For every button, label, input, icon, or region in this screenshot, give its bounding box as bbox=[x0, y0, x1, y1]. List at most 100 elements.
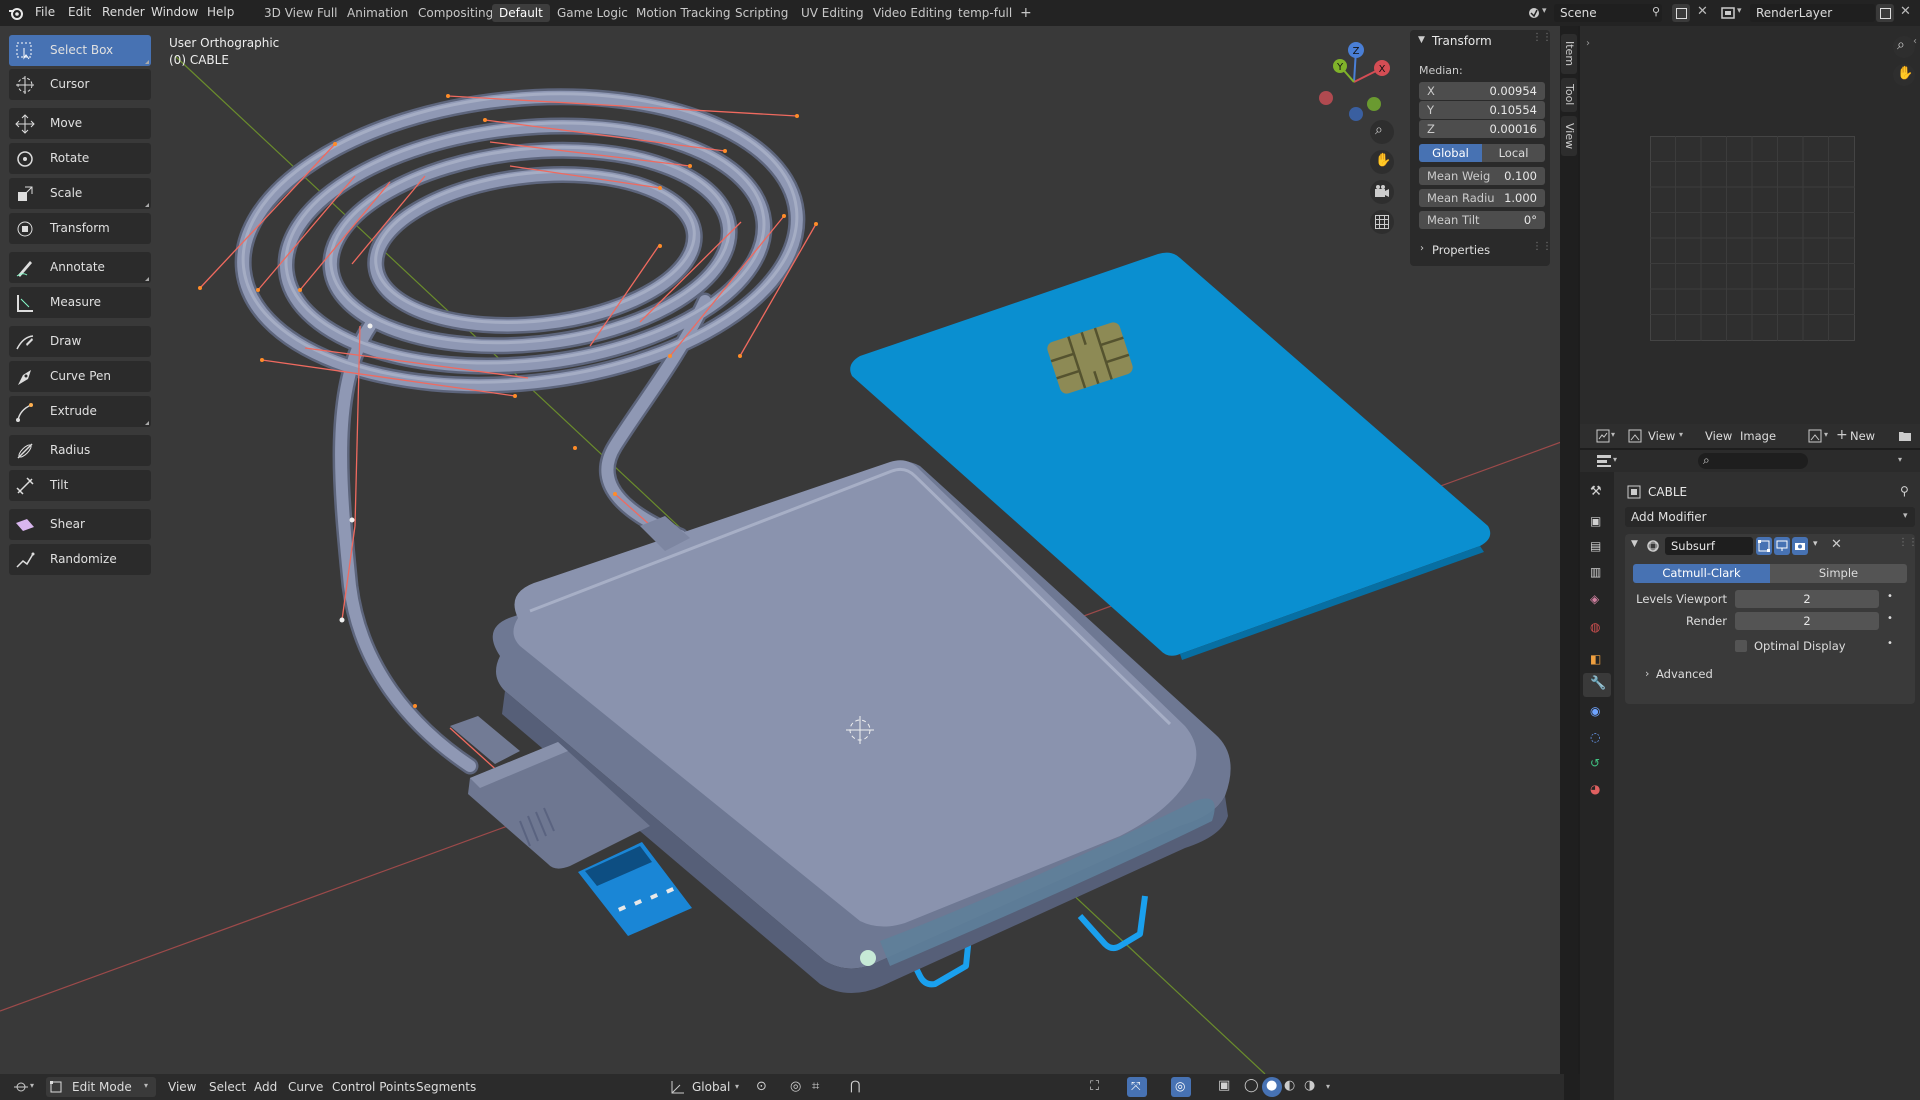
global-toggle[interactable]: Global bbox=[1419, 144, 1482, 162]
chevron-down-icon[interactable]: ▾ bbox=[1326, 1082, 1330, 1091]
image-browse-icon[interactable] bbox=[1808, 429, 1822, 443]
render-layer-field[interactable]: RenderLayer bbox=[1750, 4, 1875, 22]
tool-transform[interactable]: Transform bbox=[9, 213, 151, 244]
falloff-icon[interactable]: ⋂ bbox=[850, 1079, 861, 1094]
add-workspace-button[interactable]: + bbox=[1013, 4, 1039, 22]
curve-data-icon[interactable]: ↺ bbox=[1590, 756, 1600, 770]
menu-segments[interactable]: Segments bbox=[416, 1080, 476, 1094]
scene-props-icon[interactable]: ◈ bbox=[1590, 592, 1599, 606]
tab-temp-full[interactable]: temp-full bbox=[951, 4, 1019, 22]
menu-view[interactable]: View bbox=[168, 1080, 196, 1094]
add-modifier-dropdown[interactable]: Add Modifier ▾ bbox=[1625, 507, 1915, 527]
render-toggle[interactable] bbox=[1792, 537, 1808, 555]
view-mode-dropdown[interactable]: View bbox=[1648, 429, 1675, 443]
pin-icon[interactable]: ⚲ bbox=[1900, 484, 1909, 498]
chevron-down-icon[interactable]: ▾ bbox=[1613, 455, 1617, 464]
tool-randomize[interactable]: Randomize bbox=[9, 544, 151, 575]
tab-scripting[interactable]: Scripting bbox=[728, 4, 795, 22]
navigation-gizmo[interactable]: Z X Y bbox=[1310, 38, 1390, 126]
properties-search-input[interactable]: ⌕ bbox=[1698, 453, 1808, 469]
pan-button[interactable]: ✋ bbox=[1370, 150, 1394, 174]
pan-button[interactable]: ✋ bbox=[1893, 64, 1915, 86]
advanced-subpanel[interactable]: Advanced bbox=[1656, 667, 1713, 681]
menu-file[interactable]: File bbox=[35, 5, 55, 19]
menu-select[interactable]: Select bbox=[209, 1080, 246, 1094]
blender-logo-icon[interactable] bbox=[8, 5, 24, 21]
editor-type-icon[interactable] bbox=[14, 1080, 30, 1094]
camera-view-button[interactable] bbox=[1370, 180, 1394, 204]
editmode-toggle[interactable] bbox=[1756, 537, 1772, 555]
tab-default[interactable]: Default bbox=[492, 4, 550, 22]
modifier-tab[interactable]: 🔧 bbox=[1583, 673, 1611, 697]
menu-render[interactable]: Render bbox=[102, 5, 145, 19]
proportional-edit-icon[interactable]: ◎ bbox=[790, 1079, 801, 1094]
tab-tool[interactable]: Tool bbox=[1561, 78, 1577, 112]
tool-tilt[interactable]: Tilt bbox=[9, 470, 151, 501]
editor-type-icon[interactable] bbox=[1596, 454, 1612, 468]
local-toggle[interactable]: Local bbox=[1482, 144, 1545, 162]
new-layer-button[interactable] bbox=[1876, 4, 1894, 22]
tab-item[interactable]: Item bbox=[1561, 34, 1577, 74]
view-mode-icon[interactable] bbox=[1628, 429, 1642, 443]
xray-icon[interactable]: ▣ bbox=[1218, 1078, 1230, 1093]
render-levels-field[interactable]: 2 bbox=[1735, 612, 1879, 630]
render-layer-icon[interactable] bbox=[1720, 5, 1736, 21]
properties-subpanel[interactable]: Properties bbox=[1432, 243, 1490, 257]
tool-select-box[interactable]: Select Box bbox=[9, 35, 151, 66]
overlays-toggle[interactable]: ◎ bbox=[1171, 1077, 1191, 1097]
snap-icon[interactable]: ⌗ bbox=[812, 1079, 819, 1094]
tool-rotate[interactable]: Rotate bbox=[9, 143, 151, 174]
chevron-down-icon[interactable]: ▾ bbox=[1611, 430, 1615, 439]
drag-handle-icon[interactable]: ⋮⋮ bbox=[1532, 241, 1552, 252]
optimal-display-checkbox[interactable] bbox=[1735, 640, 1747, 652]
image-editor[interactable]: › ‹ ⌕ ✋ ▾ View ▾ View Image ▾ + New bbox=[1580, 26, 1920, 448]
scene-field[interactable]: Scene bbox=[1554, 4, 1662, 22]
chevron-down-icon[interactable]: ▾ bbox=[1813, 539, 1818, 549]
collapse-arrow-icon[interactable]: ▼ bbox=[1418, 35, 1425, 45]
orientation-icon[interactable] bbox=[670, 1079, 686, 1095]
wireframe-shading-icon[interactable]: ◯ bbox=[1244, 1078, 1259, 1093]
gizmo-toggle[interactable]: ⤧ bbox=[1127, 1077, 1147, 1097]
mean-weight-field[interactable]: Mean Weig 0.100 bbox=[1419, 167, 1545, 185]
tab-3d-view-full[interactable]: 3D View Full bbox=[257, 4, 345, 22]
menu-edit[interactable]: Edit bbox=[68, 5, 91, 19]
object-icon[interactable]: ◧ bbox=[1590, 652, 1601, 666]
menu-control-points[interactable]: Control Points bbox=[332, 1080, 415, 1094]
tab-uv-editing[interactable]: UV Editing bbox=[794, 4, 871, 22]
chevron-down-icon[interactable]: ▾ bbox=[735, 1082, 739, 1091]
tab-animation[interactable]: Animation bbox=[340, 4, 415, 22]
chevron-right-icon[interactable]: › bbox=[1586, 38, 1590, 49]
view-layer-icon[interactable]: ▥ bbox=[1590, 565, 1601, 579]
material-preview-icon[interactable]: ◐ bbox=[1284, 1078, 1295, 1093]
tab-game-logic[interactable]: Game Logic bbox=[550, 4, 635, 22]
tool-annotate[interactable]: Annotate bbox=[9, 252, 151, 283]
chevron-down-icon[interactable]: ▾ bbox=[1898, 455, 1902, 464]
material-icon[interactable]: ◕ bbox=[1590, 782, 1600, 796]
ortho-toggle-button[interactable] bbox=[1370, 210, 1394, 234]
tool-scale[interactable]: Scale bbox=[9, 178, 151, 209]
tool-radius[interactable]: Radius bbox=[9, 435, 151, 466]
mean-radius-field[interactable]: Mean Radiu 1.000 bbox=[1419, 189, 1545, 207]
menu-help[interactable]: Help bbox=[207, 5, 234, 19]
plus-icon[interactable]: + bbox=[1836, 427, 1848, 443]
levels-viewport-field[interactable]: 2 bbox=[1735, 590, 1879, 608]
output-icon[interactable]: ▤ bbox=[1590, 539, 1601, 553]
folder-icon[interactable] bbox=[1898, 430, 1912, 442]
chevron-down-icon[interactable]: ▾ bbox=[1824, 430, 1828, 439]
zoom-button[interactable]: ⌕ bbox=[1370, 120, 1394, 144]
mode-dropdown[interactable]: Edit Mode ▾ bbox=[46, 1077, 156, 1097]
new-scene-button[interactable] bbox=[1672, 4, 1690, 22]
zoom-button[interactable]: ⌕ bbox=[1893, 36, 1915, 58]
pin-icon[interactable]: ⚲ bbox=[1652, 5, 1660, 18]
keyframe-dot-icon[interactable]: • bbox=[1887, 591, 1893, 602]
world-icon[interactable]: ◍ bbox=[1590, 620, 1600, 634]
3d-viewport[interactable]: User Orthographic (0) CABLE Select Box C… bbox=[0, 26, 1564, 1074]
chevron-down-icon[interactable]: ▾ bbox=[1737, 6, 1742, 16]
tool-settings-icon[interactable]: ⚒ bbox=[1590, 484, 1602, 499]
drag-handle-icon[interactable]: ⋮⋮ bbox=[1532, 32, 1552, 43]
catmull-clark-toggle[interactable]: Catmull-Clark bbox=[1633, 564, 1770, 583]
median-z-field[interactable]: Z 0.00016 bbox=[1419, 120, 1545, 138]
tool-curve-pen[interactable]: Curve Pen bbox=[9, 361, 151, 392]
tab-motion-tracking[interactable]: Motion Tracking bbox=[629, 4, 737, 22]
chevron-down-icon[interactable]: ▾ bbox=[1542, 6, 1547, 16]
